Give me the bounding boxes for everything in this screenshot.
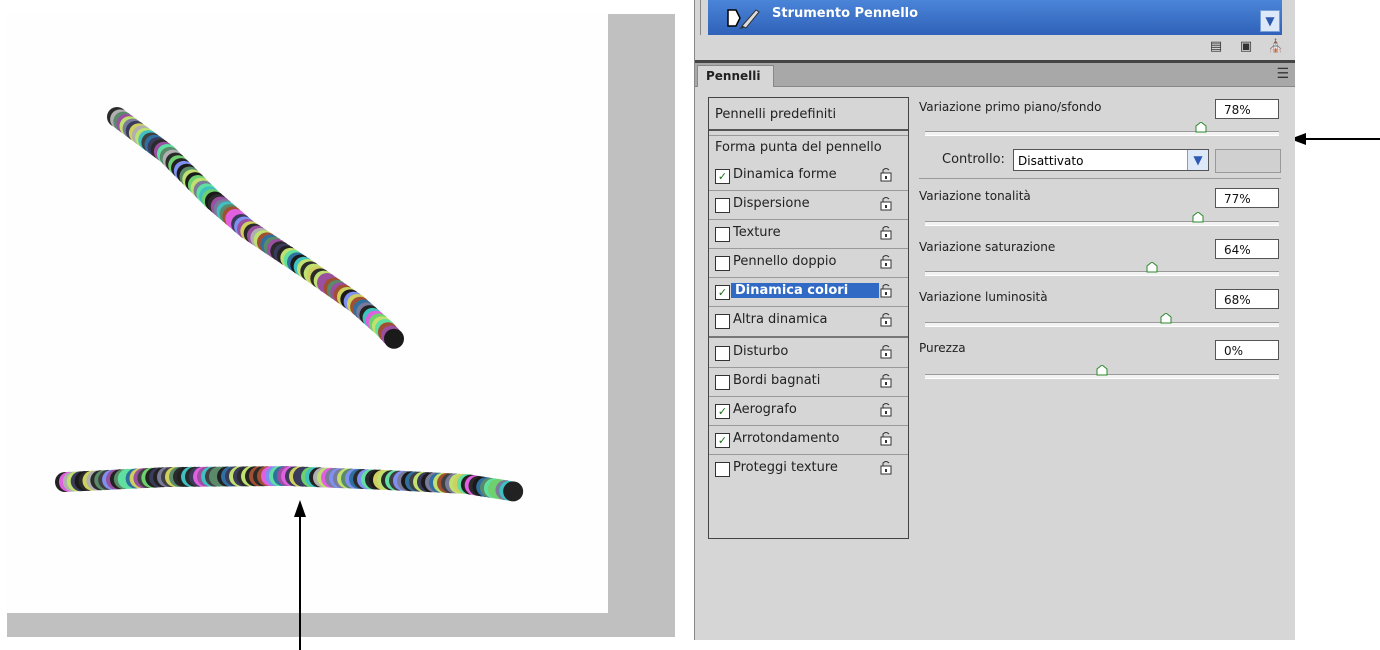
- row-divider: [709, 219, 908, 220]
- option-label: Disturbo: [733, 344, 789, 359]
- option-label: Dispersione: [733, 196, 810, 211]
- brush-tool-icon: [727, 9, 760, 29]
- dual-brush-checkbox[interactable]: [715, 256, 730, 271]
- arrow-up-annotation: [294, 500, 306, 650]
- option-label: Dinamica colori: [731, 283, 879, 298]
- saturation-jitter-label: Variazione saturazione: [919, 240, 1056, 254]
- brushes-panel: Strumento Pennello ▼ ▤ ▣ ⛪ Pennelli ☰ Pe…: [694, 0, 1295, 640]
- panel-grip: [700, 0, 707, 35]
- noise-checkbox[interactable]: [715, 346, 730, 361]
- chevron-down-icon[interactable]: ▼: [1187, 150, 1208, 170]
- row-divider: [709, 190, 908, 191]
- lock-icon[interactable]: [880, 167, 893, 182]
- tool-dropdown-button[interactable]: ▼: [1260, 10, 1280, 32]
- panel-menu-icon[interactable]: ☰: [1276, 66, 1289, 82]
- texture-checkbox[interactable]: [715, 227, 730, 242]
- brightness-jitter-slider[interactable]: [925, 313, 1279, 327]
- lock-icon[interactable]: [880, 460, 893, 475]
- shape-dynamics-checkbox[interactable]: ✓: [715, 169, 730, 184]
- option-protect-texture[interactable]: Proteggi texture: [709, 457, 908, 483]
- option-label: Altra dinamica: [733, 312, 828, 327]
- group-divider: [709, 336, 908, 338]
- control-select[interactable]: Disattivato ▼: [1013, 149, 1209, 171]
- option-label: Dinamica forme: [733, 167, 837, 182]
- row-divider: [709, 248, 908, 249]
- row-divider: [709, 454, 908, 455]
- brightness-jitter-input[interactable]: 68%: [1215, 289, 1279, 309]
- color-dynamics-checkbox[interactable]: ✓: [715, 285, 730, 300]
- fg-bg-jitter-input[interactable]: 78%: [1215, 99, 1279, 119]
- fg-bg-jitter-slider[interactable]: [925, 122, 1279, 136]
- wet-edges-checkbox[interactable]: [715, 375, 730, 390]
- option-airbrush[interactable]: ✓ Aerografo: [709, 399, 908, 425]
- lock-icon[interactable]: [880, 402, 893, 417]
- control-value-field: [1215, 149, 1281, 173]
- purity-input[interactable]: 0%: [1215, 340, 1279, 360]
- option-dual-brush[interactable]: Pennello doppio: [709, 251, 908, 277]
- row-divider: [709, 306, 908, 307]
- tool-preset-bar: Strumento Pennello ▼: [695, 0, 1295, 36]
- option-texture[interactable]: Texture: [709, 222, 908, 248]
- brush-tip-shape-item[interactable]: Forma punta del pennello: [709, 135, 908, 158]
- option-label: Bordi bagnati: [733, 373, 821, 388]
- lock-icon[interactable]: [880, 283, 893, 298]
- trash-icon[interactable]: ⛪: [1267, 39, 1285, 55]
- tab-row: Pennelli ☰: [695, 63, 1295, 87]
- panel-footer-icons: ▤ ▣ ⛪: [1207, 36, 1285, 58]
- lock-icon[interactable]: [880, 344, 893, 359]
- purity-label: Purezza: [919, 341, 966, 355]
- lock-icon[interactable]: [880, 312, 893, 327]
- hue-jitter-label: Variazione tonalità: [919, 189, 1031, 203]
- option-label: Aerografo: [733, 402, 797, 417]
- option-label: Arrotondamento: [733, 431, 840, 446]
- tool-preset-picker[interactable]: Strumento Pennello ▼: [708, 0, 1282, 35]
- option-other-dynamics[interactable]: Altra dinamica: [709, 309, 908, 335]
- lock-icon[interactable]: [880, 373, 893, 388]
- lock-icon[interactable]: [880, 431, 893, 446]
- lock-icon[interactable]: [880, 254, 893, 269]
- fg-bg-jitter-label: Variazione primo piano/sfondo: [919, 100, 1102, 114]
- brightness-jitter-label: Variazione luminosità: [919, 290, 1048, 304]
- lock-icon[interactable]: [880, 225, 893, 240]
- smoothing-checkbox[interactable]: ✓: [715, 433, 730, 448]
- airbrush-checkbox[interactable]: ✓: [715, 404, 730, 419]
- lock-icon[interactable]: [880, 196, 893, 211]
- brush-options-list: Pennelli predefiniti Forma punta del pen…: [708, 97, 909, 539]
- saturation-jitter-slider[interactable]: [925, 262, 1279, 276]
- control-select-value: Disattivato: [1018, 154, 1084, 168]
- tab-pennelli[interactable]: Pennelli: [697, 65, 774, 87]
- option-color-dynamics[interactable]: ✓ Dinamica colori: [709, 280, 908, 306]
- purity-slider[interactable]: [925, 365, 1279, 379]
- chevron-down-icon: ▼: [1265, 14, 1275, 28]
- option-label: Texture: [733, 225, 781, 240]
- protect-texture-checkbox[interactable]: [715, 462, 730, 477]
- section-divider: [919, 178, 1281, 179]
- row-divider: [709, 367, 908, 368]
- option-noise[interactable]: Disturbo: [709, 341, 908, 367]
- arrow-right-annotation: [1290, 133, 1380, 145]
- option-smoothing[interactable]: ✓ Arrotondamento: [709, 428, 908, 454]
- option-label: Proteggi texture: [733, 460, 838, 475]
- other-dynamics-checkbox[interactable]: [715, 314, 730, 329]
- hue-jitter-input[interactable]: 77%: [1215, 188, 1279, 208]
- option-label: Pennello doppio: [733, 254, 837, 269]
- row-divider: [709, 425, 908, 426]
- create-new-brush-icon[interactable]: ▣: [1237, 39, 1255, 55]
- hue-jitter-slider[interactable]: [925, 212, 1279, 226]
- control-label: Controllo:: [942, 152, 1005, 167]
- option-shape-dynamics[interactable]: ✓ Dinamica forme: [709, 164, 908, 190]
- row-divider: [709, 277, 908, 278]
- row-divider: [709, 396, 908, 397]
- saturation-jitter-input[interactable]: 64%: [1215, 239, 1279, 259]
- option-scattering[interactable]: Dispersione: [709, 193, 908, 219]
- option-wet-edges[interactable]: Bordi bagnati: [709, 370, 908, 396]
- brush-presets-item[interactable]: Pennelli predefiniti: [709, 98, 908, 131]
- brush-presets-toggle-icon[interactable]: ▤: [1207, 39, 1225, 55]
- scattering-checkbox[interactable]: [715, 198, 730, 213]
- tool-name: Strumento Pennello: [772, 6, 919, 21]
